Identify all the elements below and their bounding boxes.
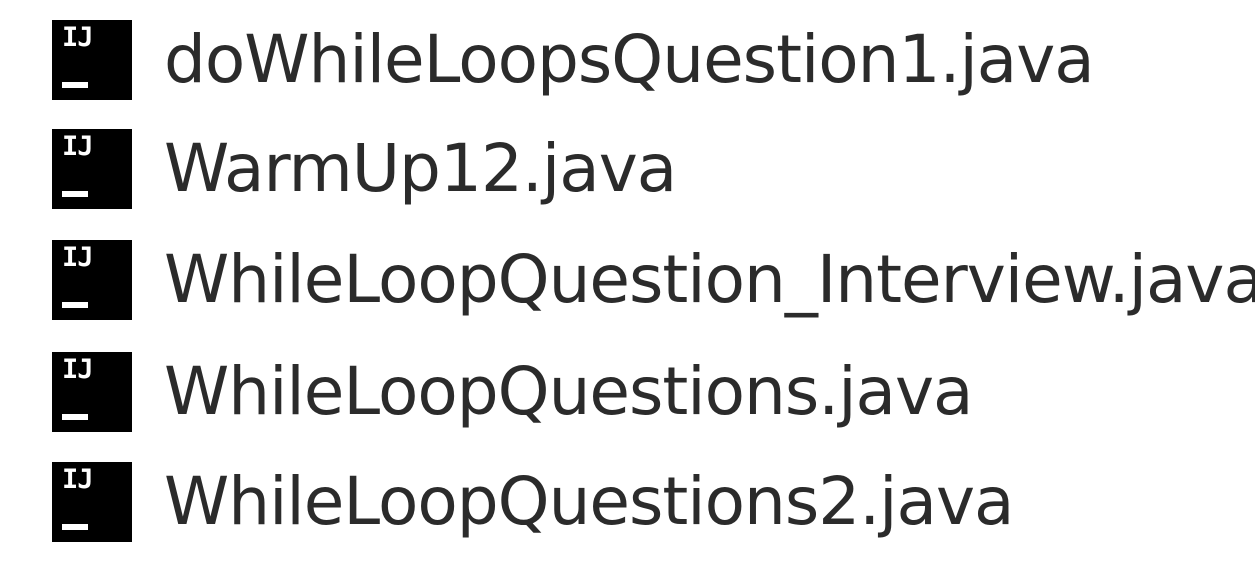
file-list: IJ doWhileLoopsQuestion1.java IJ WarmUp1…: [0, 0, 1255, 566]
file-name[interactable]: WhileLoopQuestions.java: [164, 352, 973, 432]
file-item[interactable]: IJ doWhileLoopsQuestion1.java: [52, 20, 1095, 100]
file-item[interactable]: IJ WhileLoopQuestion_Interview.java: [52, 240, 1255, 320]
file-name[interactable]: WhileLoopQuestions2.java: [164, 462, 1014, 542]
intellij-idea-icon: IJ: [52, 129, 132, 209]
intellij-idea-icon: IJ: [52, 352, 132, 432]
intellij-idea-icon: IJ: [52, 20, 132, 100]
file-item[interactable]: IJ WhileLoopQuestions.java: [52, 352, 973, 432]
file-item[interactable]: IJ WarmUp12.java: [52, 129, 677, 209]
file-name[interactable]: WarmUp12.java: [164, 129, 677, 209]
file-name[interactable]: doWhileLoopsQuestion1.java: [164, 20, 1095, 100]
intellij-idea-icon: IJ: [52, 240, 132, 320]
file-item[interactable]: IJ WhileLoopQuestions2.java: [52, 462, 1014, 542]
file-name[interactable]: WhileLoopQuestion_Interview.java: [164, 240, 1255, 320]
intellij-idea-icon: IJ: [52, 462, 132, 542]
